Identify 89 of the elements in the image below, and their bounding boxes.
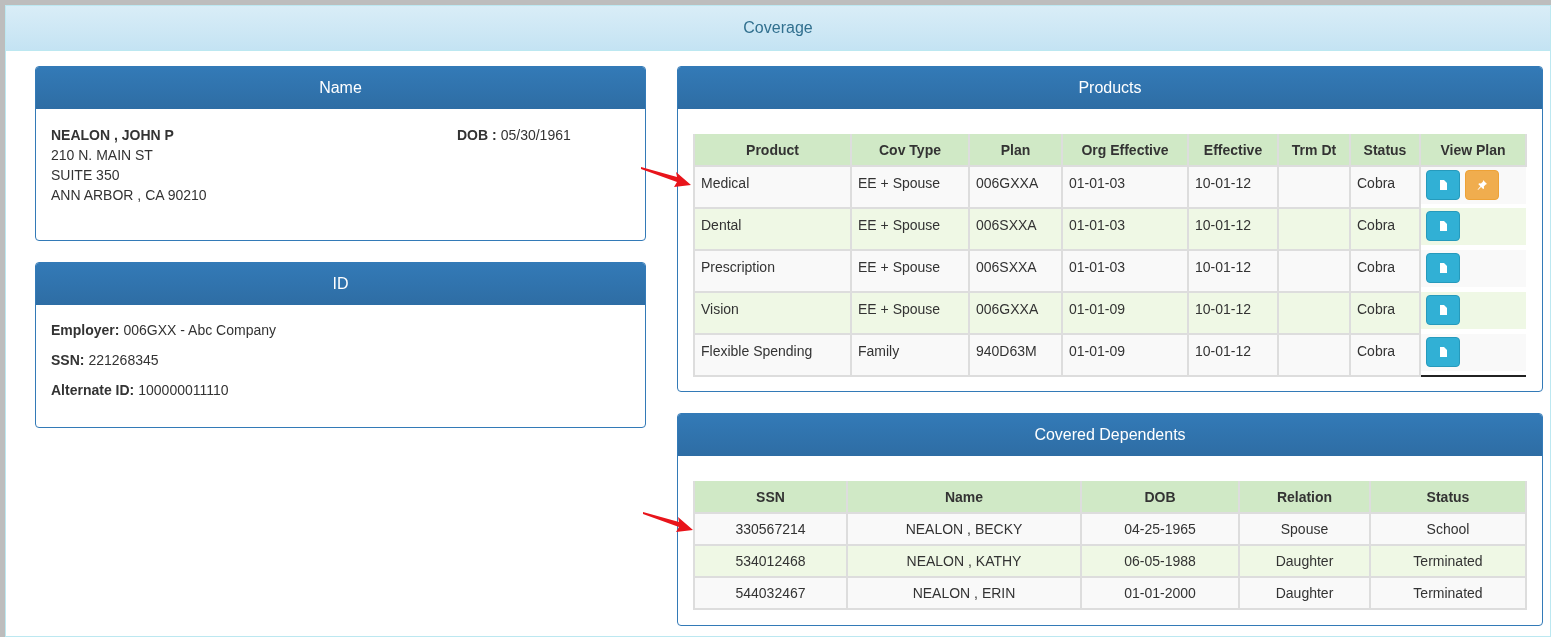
table-cell: EE + Spouse bbox=[851, 292, 969, 334]
arrow-icon bbox=[643, 511, 693, 533]
table-cell: 01-01-2000 bbox=[1081, 577, 1239, 609]
panel-title: Products bbox=[1078, 79, 1142, 97]
field-label: Alternate ID: bbox=[51, 382, 135, 398]
column-header: Name bbox=[847, 481, 1081, 513]
table-cell: Cobra bbox=[1350, 166, 1420, 208]
table-cell: 06-05-1988 bbox=[1081, 545, 1239, 577]
document-icon bbox=[1437, 220, 1449, 232]
column-header: Status bbox=[1350, 134, 1420, 166]
column-header: Relation bbox=[1239, 481, 1370, 513]
table-cell: 544032467 bbox=[694, 577, 847, 609]
table-cell: 10-01-12 bbox=[1188, 250, 1278, 292]
table-cell: Cobra bbox=[1350, 292, 1420, 334]
person-name: NEALON , JOHN P bbox=[51, 126, 175, 145]
table-cell: NEALON , BECKY bbox=[847, 513, 1081, 545]
column-header: Product bbox=[694, 134, 851, 166]
table-cell: Prescription bbox=[694, 250, 851, 292]
field-value: 006GXX - Abc Company bbox=[123, 322, 276, 338]
table-cell: 10-01-12 bbox=[1188, 334, 1278, 376]
panel-title: ID bbox=[332, 275, 349, 293]
table-cell: 01-01-09 bbox=[1062, 292, 1188, 334]
column-header: Org Effective bbox=[1062, 134, 1188, 166]
view-plan-button[interactable] bbox=[1426, 295, 1460, 325]
table-cell: EE + Spouse bbox=[851, 250, 969, 292]
table-cell: 940D63M bbox=[969, 334, 1062, 376]
table-cell: Family bbox=[851, 334, 969, 376]
table-cell: 006SXXA bbox=[969, 208, 1062, 250]
table-cell: Cobra bbox=[1350, 334, 1420, 376]
table-cell: 10-01-12 bbox=[1188, 166, 1278, 208]
table-cell: 01-01-03 bbox=[1062, 166, 1188, 208]
table-cell: NEALON , ERIN bbox=[847, 577, 1081, 609]
table-cell: Daughter bbox=[1239, 545, 1370, 577]
table-cell: 01-01-03 bbox=[1062, 208, 1188, 250]
table-cell: Vision bbox=[694, 292, 851, 334]
view-plan-button[interactable] bbox=[1426, 253, 1460, 283]
table-cell: School bbox=[1370, 513, 1526, 545]
table-cell: EE + Spouse bbox=[851, 166, 969, 208]
column-header: Trm Dt bbox=[1278, 134, 1350, 166]
table-cell: 01-01-09 bbox=[1062, 334, 1188, 376]
column-header: Cov Type bbox=[851, 134, 969, 166]
table-cell: 534012468 bbox=[694, 545, 847, 577]
view-plan-button[interactable] bbox=[1426, 170, 1460, 200]
table-cell: NEALON , KATHY bbox=[847, 545, 1081, 577]
column-header: Plan bbox=[969, 134, 1062, 166]
document-icon bbox=[1437, 262, 1449, 274]
page-title: Coverage bbox=[743, 19, 813, 37]
table-cell: 01-01-03 bbox=[1062, 250, 1188, 292]
field-value: 100000011110 bbox=[138, 382, 229, 398]
dob-label: DOB : bbox=[457, 127, 497, 143]
table-cell: Medical bbox=[694, 166, 851, 208]
table-cell: EE + Spouse bbox=[851, 208, 969, 250]
table-cell: Cobra bbox=[1350, 208, 1420, 250]
table-cell: 330567214 bbox=[694, 513, 847, 545]
pin-button[interactable] bbox=[1465, 170, 1499, 200]
document-icon bbox=[1437, 179, 1449, 191]
field-label: Employer: bbox=[51, 322, 120, 338]
field-label: SSN: bbox=[51, 352, 85, 368]
panel-title: Name bbox=[319, 79, 362, 97]
address-line: ANN ARBOR , CA 90210 bbox=[51, 186, 208, 205]
table-cell: Spouse bbox=[1239, 513, 1370, 545]
view-plan-button[interactable] bbox=[1426, 211, 1460, 241]
document-icon bbox=[1437, 304, 1449, 316]
table-cell: 006GXXA bbox=[969, 166, 1062, 208]
table-cell: 10-01-12 bbox=[1188, 292, 1278, 334]
column-header: Effective bbox=[1188, 134, 1278, 166]
table-cell: 006GXXA bbox=[969, 292, 1062, 334]
table-cell: Terminated bbox=[1370, 577, 1526, 609]
table-cell: Daughter bbox=[1239, 577, 1370, 609]
column-header: Status bbox=[1370, 481, 1526, 513]
column-header: DOB bbox=[1081, 481, 1239, 513]
arrow-icon bbox=[641, 166, 691, 188]
table-cell: Cobra bbox=[1350, 250, 1420, 292]
document-icon bbox=[1437, 346, 1449, 358]
column-header: SSN bbox=[694, 481, 847, 513]
address-line: SUITE 350 bbox=[51, 166, 121, 185]
address-line: 210 N. MAIN ST bbox=[51, 146, 154, 165]
panel-title: Covered Dependents bbox=[1034, 426, 1186, 444]
table-cell: Terminated bbox=[1370, 545, 1526, 577]
table-cell: Flexible Spending bbox=[694, 334, 851, 376]
view-plan-button[interactable] bbox=[1426, 337, 1460, 367]
pin-icon bbox=[1476, 179, 1488, 191]
table-cell: 006SXXA bbox=[969, 250, 1062, 292]
table-cell: Dental bbox=[694, 208, 851, 250]
column-header: View Plan bbox=[1420, 134, 1526, 166]
table-cell: 04-25-1965 bbox=[1081, 513, 1239, 545]
field-value: 221268345 bbox=[88, 352, 159, 368]
dob-value: 05/30/1961 bbox=[500, 127, 571, 143]
table-cell: 10-01-12 bbox=[1188, 208, 1278, 250]
